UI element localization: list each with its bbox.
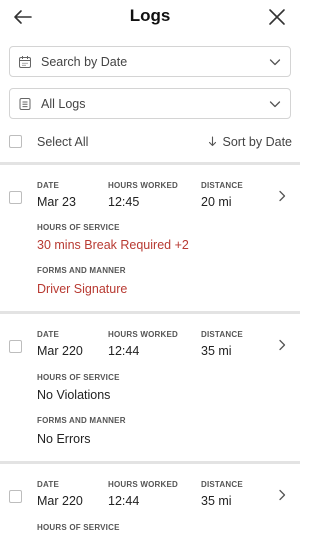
hours-of-service-value: No Violations bbox=[37, 388, 111, 402]
hours-of-service-label: HOURS OF SERVICE bbox=[37, 373, 120, 382]
log-distance: 35 mi bbox=[201, 344, 232, 358]
log-checkbox[interactable] bbox=[9, 490, 22, 503]
log-type-value: All Logs bbox=[41, 97, 86, 111]
log-card[interactable]: DATE HOURS WORKED DISTANCE Mar 23 12:45 … bbox=[0, 165, 300, 310]
date-label: DATE bbox=[37, 181, 59, 190]
forms-and-manner-value: Driver Signature bbox=[37, 282, 128, 296]
log-card[interactable]: DATE HOURS WORKED DISTANCE Mar 220 12:44… bbox=[0, 464, 300, 537]
app-header: Logs bbox=[0, 0, 300, 34]
chevron-right-icon[interactable] bbox=[278, 339, 286, 351]
date-search-placeholder: Search by Date bbox=[41, 55, 128, 69]
distance-label: DISTANCE bbox=[201, 330, 243, 339]
log-hours-worked: 12:45 bbox=[108, 195, 140, 209]
log-card[interactable]: DATE HOURS WORKED DISTANCE Mar 220 12:44… bbox=[0, 314, 300, 460]
chevron-right-icon[interactable] bbox=[278, 190, 286, 202]
log-date: Mar 23 bbox=[37, 195, 76, 209]
select-all-label[interactable]: Select All bbox=[37, 135, 88, 149]
hours-of-service-label: HOURS OF SERVICE bbox=[37, 523, 120, 532]
distance-label: DISTANCE bbox=[201, 181, 243, 190]
log-date: Mar 220 bbox=[37, 344, 83, 358]
close-button[interactable] bbox=[264, 4, 290, 30]
hours-worked-label: HOURS WORKED bbox=[108, 480, 178, 489]
sort-label: Sort by Date bbox=[222, 135, 292, 149]
hours-worked-label: HOURS WORKED bbox=[108, 181, 178, 190]
hours-worked-label: HOURS WORKED bbox=[108, 330, 178, 339]
log-distance: 35 mi bbox=[201, 494, 232, 508]
page-title: Logs bbox=[129, 6, 171, 25]
log-date: Mar 220 bbox=[37, 494, 83, 508]
list-toolbar: Select All Sort by Date bbox=[0, 130, 300, 154]
log-hours-worked: 12:44 bbox=[108, 344, 140, 358]
log-hours-worked: 12:44 bbox=[108, 494, 140, 508]
log-distance: 20 mi bbox=[201, 195, 232, 209]
date-label: DATE bbox=[37, 330, 59, 339]
document-list-icon bbox=[19, 98, 31, 110]
log-type-select[interactable]: All Logs bbox=[9, 88, 291, 119]
select-all-checkbox[interactable] bbox=[9, 135, 22, 148]
date-label: DATE bbox=[37, 480, 59, 489]
forms-and-manner-value: No Errors bbox=[37, 432, 91, 446]
hours-of-service-label: HOURS OF SERVICE bbox=[37, 223, 120, 232]
close-icon bbox=[269, 9, 285, 25]
sort-by-date-button[interactable]: Sort by Date bbox=[208, 135, 292, 149]
chevron-down-icon bbox=[269, 59, 281, 66]
hours-of-service-value: 30 mins Break Required +2 bbox=[37, 238, 189, 252]
log-checkbox[interactable] bbox=[9, 340, 22, 353]
chevron-right-icon[interactable] bbox=[278, 489, 286, 501]
chevron-down-icon bbox=[269, 101, 281, 108]
arrow-down-icon bbox=[208, 136, 216, 147]
date-search-field[interactable]: Search by Date bbox=[9, 46, 291, 77]
calendar-icon bbox=[19, 56, 31, 68]
distance-label: DISTANCE bbox=[201, 480, 243, 489]
forms-and-manner-label: FORMS AND MANNER bbox=[37, 416, 126, 425]
log-checkbox[interactable] bbox=[9, 191, 22, 204]
forms-and-manner-label: FORMS AND MANNER bbox=[37, 266, 126, 275]
